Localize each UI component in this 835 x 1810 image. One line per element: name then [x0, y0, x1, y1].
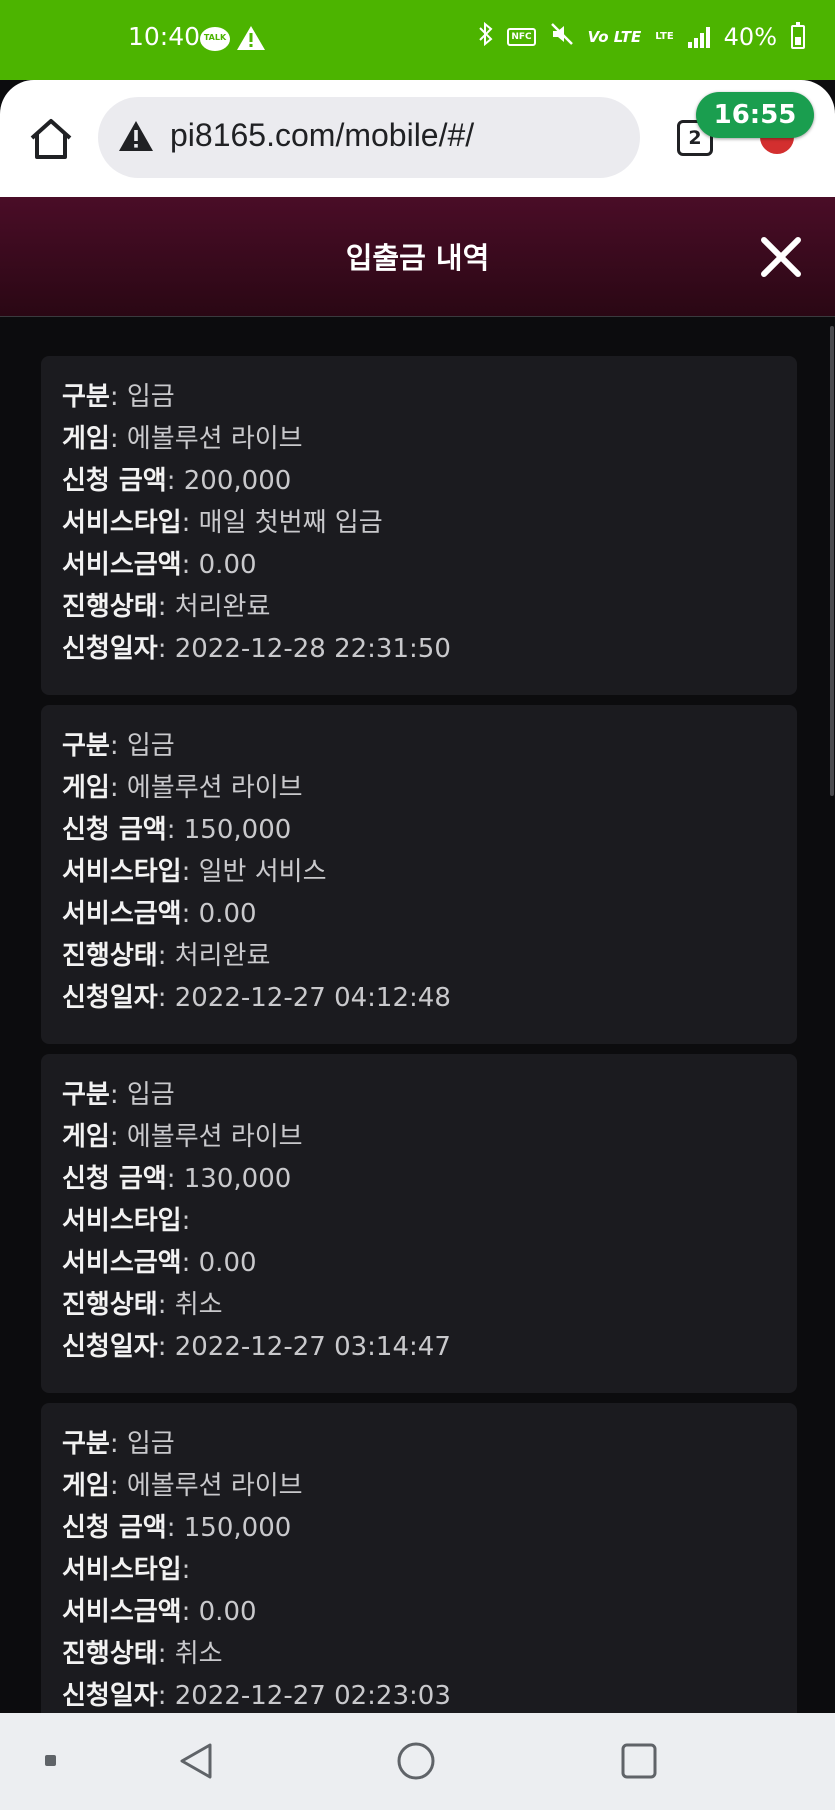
battery-percent: 40% [723, 23, 777, 51]
status-icons: NFC Vo LTE LTE 40% [479, 21, 805, 52]
transaction-card: 구분: 입금 게임: 에볼루션 라이브 신청 금액: 130,000 서비스타입… [41, 1054, 797, 1393]
row-service-amount: 서비스금액: 0.00 [62, 1248, 257, 1278]
kakaotalk-icon: TALK [200, 27, 230, 51]
timer-badge[interactable]: 16:55 [696, 92, 814, 138]
row-date: 신청일자: 2022-12-27 03:14:47 [62, 1332, 451, 1362]
row-service-amount: 서비스금액: 0.00 [62, 550, 257, 580]
row-service-amount: 서비스금액: 0.00 [62, 899, 257, 929]
transaction-list[interactable]: 구분: 입금 게임: 에볼루션 라이브 신청 금액: 200,000 서비스타입… [0, 318, 835, 1713]
row-game: 게임: 에볼루션 라이브 [62, 1471, 303, 1501]
transaction-card: 구분: 입금 게임: 에볼루션 라이브 신청 금액: 150,000 서비스타입… [41, 705, 797, 1044]
row-service-type: 서비스타입: [62, 1206, 191, 1236]
row-type: 구분: 입금 [62, 1429, 175, 1459]
row-amount: 신청 금액: 200,000 [62, 466, 292, 496]
warning-icon [237, 26, 265, 50]
battery-icon [791, 22, 805, 49]
lte-icon: LTE [655, 31, 674, 42]
home-nav-icon[interactable] [396, 1741, 436, 1781]
nfc-icon: NFC [507, 28, 536, 46]
row-type: 구분: 입금 [62, 382, 175, 412]
scrollbar[interactable] [830, 326, 834, 796]
modal-title: 입출금 내역 [345, 241, 490, 275]
row-amount: 신청 금액: 150,000 [62, 815, 292, 845]
recents-icon[interactable] [619, 1741, 659, 1781]
row-date: 신청일자: 2022-12-27 02:23:03 [62, 1681, 451, 1711]
home-button[interactable] [26, 114, 76, 164]
row-service-type: 서비스타입: 매일 첫번째 입금 [62, 508, 383, 538]
menu-dot-icon[interactable] [44, 1754, 58, 1768]
modal-header: 입출금 내역 [0, 197, 835, 317]
row-status: 진행상태: 처리완료 [62, 592, 271, 622]
row-service-amount: 서비스금액: 0.00 [62, 1597, 257, 1627]
row-date: 신청일자: 2022-12-28 22:31:50 [62, 634, 451, 664]
row-status: 진행상태: 처리완료 [62, 941, 271, 971]
status-bar: 10:40 TALK NFC Vo LTE LTE 40% [0, 0, 835, 80]
status-time: 10:40 [128, 22, 201, 51]
system-nav-bar [0, 1713, 835, 1810]
volte-icon: Vo LTE [587, 28, 642, 46]
home-icon [30, 119, 72, 159]
row-amount: 신청 금액: 130,000 [62, 1164, 292, 1194]
mute-icon [550, 22, 574, 52]
signal-icon [687, 26, 710, 48]
back-icon[interactable] [176, 1741, 216, 1781]
row-service-type: 서비스타입: [62, 1555, 191, 1585]
row-date: 신청일자: 2022-12-27 04:12:48 [62, 983, 451, 1013]
bluetooth-icon [479, 21, 493, 52]
close-button[interactable] [758, 234, 804, 280]
row-status: 진행상태: 취소 [62, 1290, 223, 1320]
row-game: 게임: 에볼루션 라이브 [62, 424, 303, 454]
address-bar[interactable]: pi8165.com/mobile/#/ [98, 97, 640, 178]
row-type: 구분: 입금 [62, 731, 175, 761]
url-text[interactable]: pi8165.com/mobile/#/ [170, 117, 474, 154]
row-game: 게임: 에볼루션 라이브 [62, 773, 303, 803]
row-type: 구분: 입금 [62, 1080, 175, 1110]
talk-icon-label: TALK [203, 33, 227, 42]
row-amount: 신청 금액: 150,000 [62, 1513, 292, 1543]
transaction-card: 구분: 입금 게임: 에볼루션 라이브 신청 금액: 150,000 서비스타입… [41, 1403, 797, 1713]
close-icon [761, 237, 801, 277]
transaction-card: 구분: 입금 게임: 에볼루션 라이브 신청 금액: 200,000 서비스타입… [41, 356, 797, 695]
row-status: 진행상태: 취소 [62, 1639, 223, 1669]
row-service-type: 서비스타입: 일반 서비스 [62, 857, 327, 887]
not-secure-icon[interactable] [118, 119, 154, 153]
row-game: 게임: 에볼루션 라이브 [62, 1122, 303, 1152]
